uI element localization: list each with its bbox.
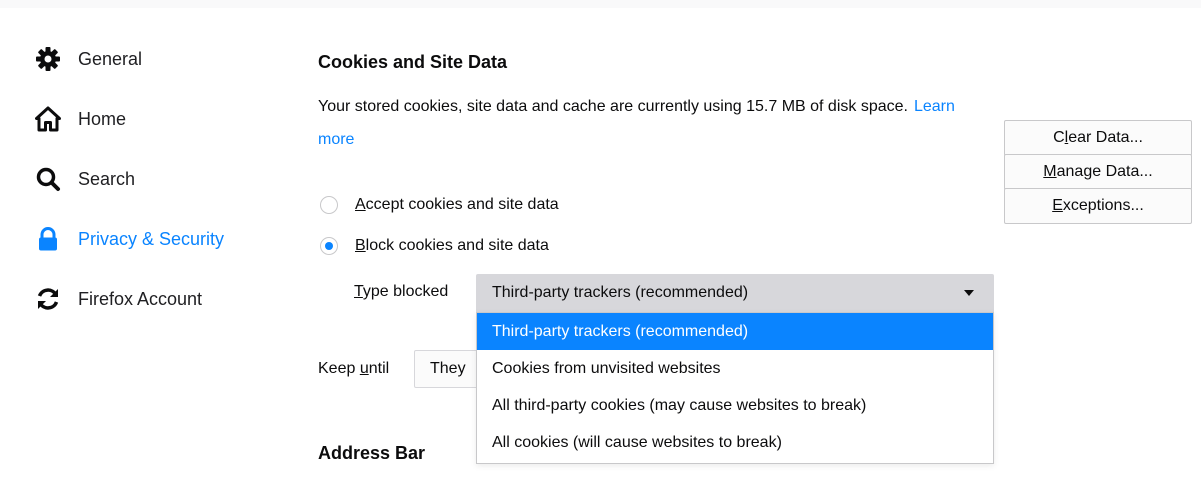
sidebar-item-label: Home	[78, 108, 127, 129]
sidebar-item-label: Search	[78, 168, 136, 189]
cookies-heading: Cookies and Site Data	[318, 52, 508, 72]
radio-label: Block cookies and site data	[355, 237, 549, 254]
sync-icon	[34, 285, 62, 313]
gear-icon	[34, 45, 62, 73]
sidebar-item-label: General	[78, 48, 143, 69]
dropdown-option[interactable]: All cookies (will cause websites to brea…	[477, 424, 993, 461]
access-key: E	[1052, 197, 1063, 214]
selected-value: Third-party trackers (recommended)	[492, 284, 749, 301]
type-blocked-select[interactable]: Third-party trackers (recommended)	[476, 274, 994, 312]
button-text: ear Data...	[1068, 129, 1143, 146]
clear-data-button[interactable]: Cl ear Data...	[1004, 120, 1192, 156]
sidebar-item-privacy-security[interactable]: Privacy & Security	[34, 219, 274, 259]
sidebar-item-label: Firefox Account	[78, 288, 203, 309]
type-blocked-label: Type blocked	[354, 283, 449, 300]
chevron-down-icon	[964, 290, 974, 296]
cookies-description: Your stored cookies, site data and cache…	[318, 90, 978, 156]
block-cookies-radio[interactable]: Block cookies and site data	[320, 233, 549, 259]
access-key: M	[1043, 163, 1057, 180]
dropdown-option[interactable]: Third-party trackers (recommended)	[477, 313, 993, 350]
search-icon	[34, 165, 62, 193]
manage-data-button[interactable]: Manage Data...	[1004, 154, 1192, 190]
storage-usage-text: Your stored cookies, site data and cache…	[318, 98, 908, 115]
address-bar-heading: Address Bar	[318, 443, 426, 463]
dropdown-option[interactable]: Cookies from unvisited websites	[477, 350, 993, 387]
radio-button-unchecked[interactable]	[320, 196, 338, 214]
lock-icon	[34, 225, 62, 253]
sidebar-item-firefox-account[interactable]: Firefox Account	[34, 279, 274, 319]
dropdown-option[interactable]: All third-party cookies (may cause websi…	[477, 387, 993, 424]
button-text: xceptions...	[1062, 197, 1144, 214]
exceptions-button[interactable]: Exceptions...	[1004, 188, 1192, 224]
keep-until-label: Keep until	[318, 360, 390, 377]
home-icon	[34, 105, 62, 133]
radio-button-checked[interactable]	[320, 237, 338, 255]
sidebar-item-label: Privacy & Security	[78, 228, 225, 249]
selected-value: They	[430, 360, 466, 377]
sidebar-item-home[interactable]: Home	[34, 99, 274, 139]
type-blocked-dropdown: Third-party trackers (recommended) Cooki…	[476, 312, 994, 464]
sidebar-item-general[interactable]: General	[34, 39, 274, 79]
preferences-page: General Home Search Privacy & Security F…	[0, 0, 1201, 480]
sidebar: General Home Search Privacy & Security F…	[0, 0, 290, 480]
sidebar-item-search[interactable]: Search	[34, 159, 274, 199]
button-text: C	[1053, 129, 1065, 146]
accept-cookies-radio[interactable]: Accept cookies and site data	[320, 192, 559, 218]
radio-label: Accept cookies and site data	[355, 196, 559, 213]
button-text: anage Data...	[1056, 163, 1153, 180]
